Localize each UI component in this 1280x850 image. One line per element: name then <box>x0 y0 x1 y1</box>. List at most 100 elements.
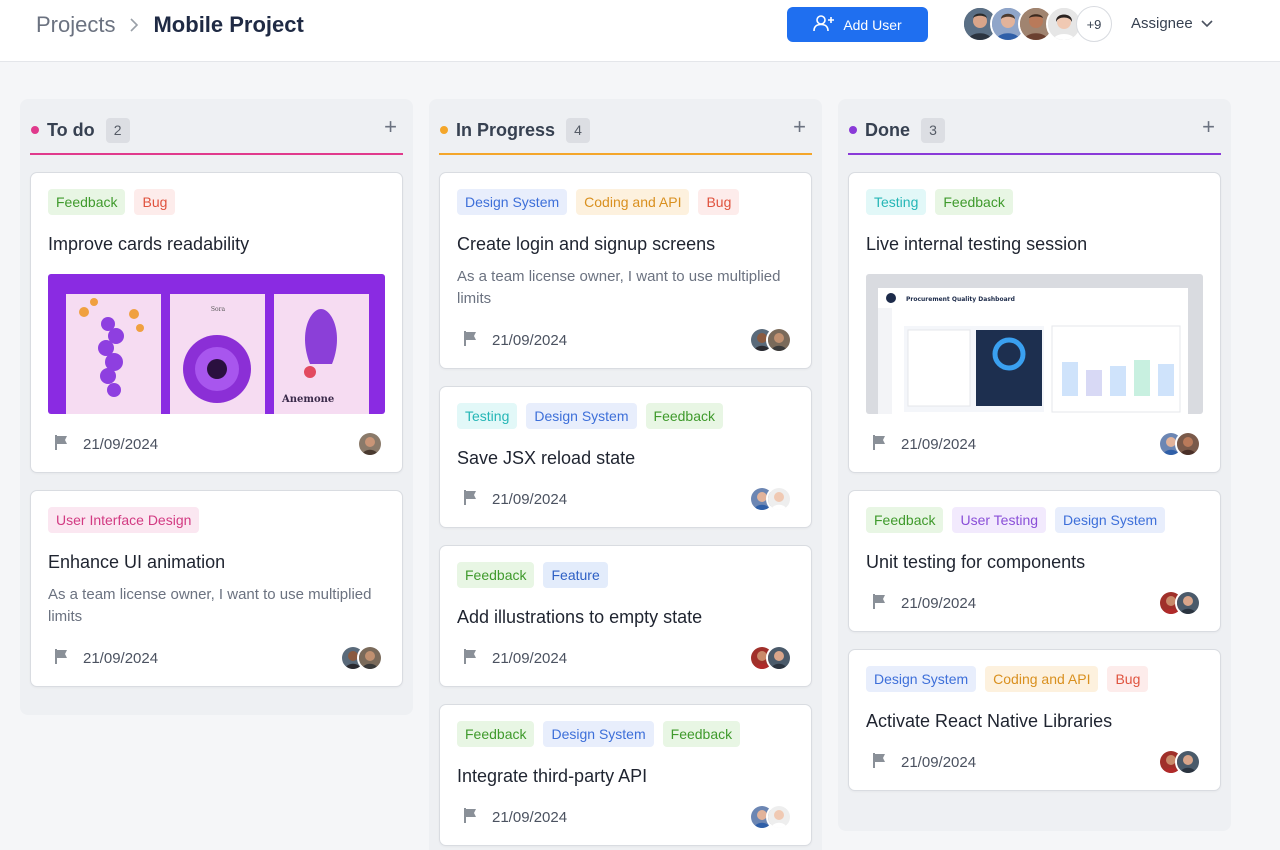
avatar[interactable] <box>1175 431 1201 457</box>
flag-icon[interactable] <box>872 434 888 455</box>
assignee-avatars[interactable] <box>340 645 385 671</box>
svg-text:Sora: Sora <box>211 306 226 313</box>
tag[interactable]: Bug <box>1107 666 1149 692</box>
card-description: As a team license owner, I want to use m… <box>48 586 372 625</box>
assignee-avatars[interactable] <box>749 645 794 671</box>
avatar[interactable] <box>766 486 792 512</box>
card-footer: 21/09/2024 <box>457 803 794 831</box>
assignee-avatars[interactable] <box>1158 431 1203 457</box>
flag-icon[interactable] <box>872 752 888 773</box>
column-header: Done 3 + <box>848 99 1221 153</box>
tag[interactable]: Design System <box>1055 507 1166 533</box>
tag-list: Feedback User Testing Design System <box>866 507 1203 533</box>
due-date: 21/09/2024 <box>901 435 977 453</box>
task-card[interactable]: Design System Coding and API Bug Activat… <box>848 649 1221 791</box>
flag-icon[interactable] <box>463 648 479 669</box>
flag-icon[interactable] <box>54 648 70 669</box>
card-title: Improve cards readability <box>48 234 250 254</box>
avatar[interactable] <box>357 645 383 671</box>
tag[interactable]: User Interface Design <box>48 507 200 533</box>
tag[interactable]: Coding and API <box>576 189 690 215</box>
tag-list: Feedback Feature <box>457 562 794 588</box>
flag-icon[interactable] <box>463 807 479 828</box>
column-title: To do <box>47 119 95 140</box>
tag[interactable]: Feature <box>543 562 608 588</box>
flag-icon[interactable] <box>54 434 70 455</box>
column-count-badge: 2 <box>105 117 130 143</box>
status-dot <box>31 126 39 134</box>
task-card[interactable]: Testing Feedback Live internal testing s… <box>848 172 1221 473</box>
card-footer: 21/09/2024 <box>866 748 1203 776</box>
tag[interactable]: Feedback <box>48 189 126 215</box>
tag[interactable]: Design System <box>543 721 654 747</box>
due-date: 21/09/2024 <box>492 331 568 349</box>
task-card[interactable]: Feedback Feature Add illustrations to em… <box>439 545 812 687</box>
avatar[interactable] <box>766 327 792 353</box>
card-title: Create login and signup screens <box>457 234 716 254</box>
column-in-progress: In Progress 4 + Design System Coding and… <box>429 99 822 850</box>
breadcrumb-projects-link[interactable]: Projects <box>36 12 115 38</box>
add-card-icon[interactable]: + <box>793 116 806 138</box>
card-footer: 21/09/2024 <box>48 430 385 458</box>
more-users-count[interactable]: +9 <box>1076 6 1112 42</box>
task-card[interactable]: Testing Design System Feedback Save JSX … <box>439 386 812 528</box>
add-card-icon[interactable]: + <box>384 116 397 138</box>
tag[interactable]: Testing <box>866 189 927 215</box>
avatar[interactable] <box>357 431 383 457</box>
assignee-avatars[interactable] <box>749 327 794 353</box>
tag[interactable]: Design System <box>866 666 977 692</box>
card-title: Add illustrations to empty state <box>457 607 703 627</box>
status-dot <box>849 126 857 134</box>
tag[interactable]: Feedback <box>866 507 944 533</box>
card-title: Unit testing for components <box>866 552 1086 572</box>
avatar[interactable] <box>766 645 792 671</box>
task-card[interactable]: Feedback User Testing Design System Unit… <box>848 490 1221 632</box>
assignee-avatars[interactable] <box>1158 749 1203 775</box>
tag-list: Testing Design System Feedback <box>457 403 794 429</box>
card-footer: 21/09/2024 <box>866 430 1203 458</box>
status-dot <box>440 126 448 134</box>
assignee-filter[interactable]: Assignee <box>1131 15 1213 32</box>
avatar[interactable] <box>766 804 792 830</box>
avatar[interactable] <box>1175 590 1201 616</box>
column-divider <box>30 153 403 155</box>
assignee-avatars[interactable] <box>749 804 794 830</box>
flag-icon[interactable] <box>872 593 888 614</box>
flag-icon[interactable] <box>463 330 479 351</box>
tag[interactable]: Feedback <box>645 403 723 429</box>
assignee-avatars[interactable] <box>1158 590 1203 616</box>
card-description: As a team license owner, I want to use m… <box>457 268 781 307</box>
avatar[interactable] <box>1175 749 1201 775</box>
tag[interactable]: Coding and API <box>985 666 1099 692</box>
task-card[interactable]: Feedback Bug Improve cards readability S… <box>30 172 403 473</box>
tag[interactable]: Design System <box>457 189 568 215</box>
tag[interactable]: Feedback <box>935 189 1013 215</box>
tag[interactable]: Feedback <box>457 562 535 588</box>
team-avatars[interactable]: +9 <box>962 6 1112 42</box>
tag[interactable]: Testing <box>457 403 518 429</box>
assignee-avatars[interactable] <box>749 486 794 512</box>
flag-icon[interactable] <box>463 489 479 510</box>
column-divider <box>439 153 812 155</box>
add-user-icon <box>813 14 835 35</box>
thumbnail-caption: Anemone <box>281 394 334 405</box>
column-todo: To do 2 + Feedback Bug Improve cards rea… <box>20 99 413 715</box>
task-card[interactable]: User Interface Design Enhance UI animati… <box>30 490 403 687</box>
assignee-label: Assignee <box>1131 15 1193 32</box>
assignee-avatars[interactable] <box>357 431 385 457</box>
tag[interactable]: Feedback <box>662 721 741 747</box>
task-card[interactable]: Feedback Design System Feedback Integrat… <box>439 704 812 846</box>
tag[interactable]: Design System <box>526 403 637 429</box>
tag-list: Feedback Bug <box>48 189 385 215</box>
add-card-icon[interactable]: + <box>1202 116 1215 138</box>
tag[interactable]: User Testing <box>952 507 1047 533</box>
tag[interactable]: Bug <box>698 189 740 215</box>
tag[interactable]: Feedback <box>457 721 535 747</box>
task-card[interactable]: Design System Coding and API Bug Create … <box>439 172 812 369</box>
add-user-button[interactable]: Add User <box>787 7 928 42</box>
tag[interactable]: Bug <box>134 189 176 215</box>
card-footer: 21/09/2024 <box>457 644 794 672</box>
column-title: In Progress <box>456 119 556 140</box>
column-done: Done 3 + Testing Feedback Live internal … <box>838 99 1231 831</box>
card-footer: 21/09/2024 <box>457 485 794 513</box>
